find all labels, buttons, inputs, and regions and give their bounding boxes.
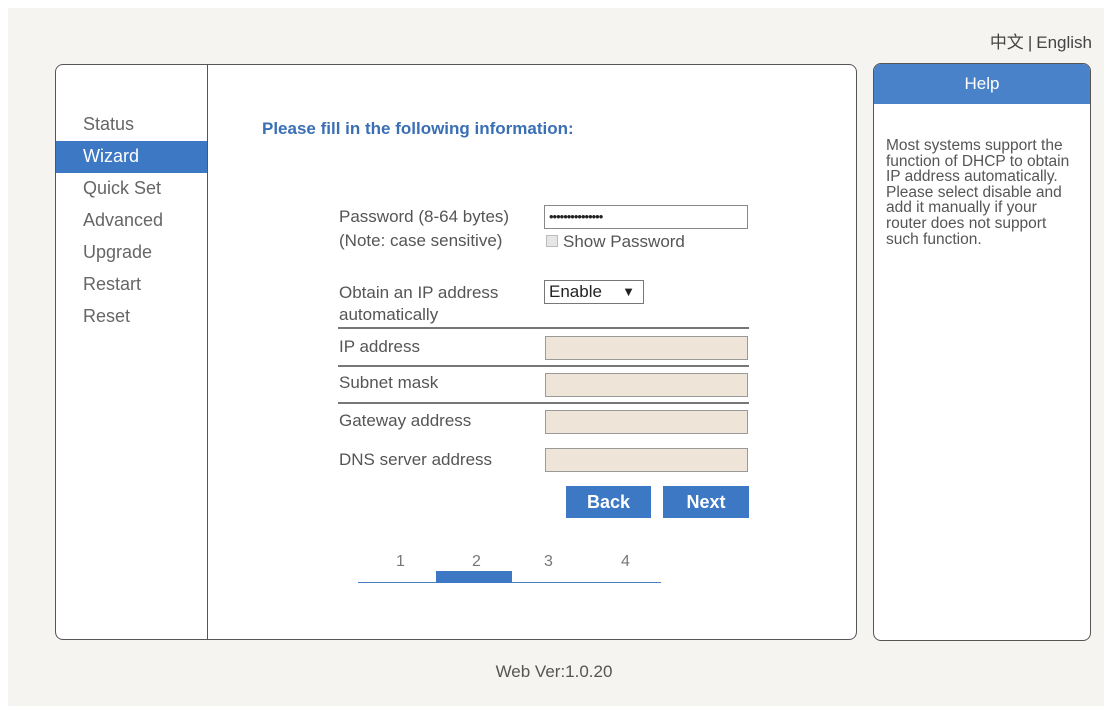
dns-server-field[interactable]: [545, 448, 748, 472]
web-version: Web Ver:1.0.20: [495, 662, 613, 681]
gateway-label: Gateway address: [339, 411, 472, 430]
form-title: Please fill in the following information…: [262, 119, 574, 138]
ip-address-field[interactable]: [545, 336, 748, 360]
show-password-label: Show Password: [563, 232, 685, 251]
help-title: Help: [874, 64, 1090, 104]
sidebar-item-quick-set[interactable]: Quick Set: [56, 173, 207, 205]
help-panel: Help Most systems support the function o…: [873, 63, 1091, 641]
step-1: 1: [396, 553, 405, 570]
ip-address-label: IP address: [339, 337, 420, 356]
dns-server-label: DNS server address: [339, 450, 493, 469]
dhcp-select[interactable]: Enable ▼: [544, 280, 644, 304]
lang-chinese-link[interactable]: 中文: [990, 33, 1024, 52]
dhcp-label: Obtain an IP address: [339, 283, 499, 302]
divider: [338, 402, 749, 404]
sidebar-item-reset[interactable]: Reset: [56, 301, 207, 333]
sidebar-item-restart[interactable]: Restart: [56, 269, 207, 301]
subnet-mask-label: Subnet mask: [339, 373, 439, 392]
dropdown-arrow-icon: ▼: [622, 284, 635, 299]
step-active-indicator: [436, 571, 512, 583]
password-note: (Note: case sensitive): [339, 231, 503, 250]
next-button[interactable]: Next: [663, 486, 749, 518]
sidebar-menu: Status Wizard Quick Set Advanced Upgrade…: [56, 109, 207, 333]
main-panel: Status Wizard Quick Set Advanced Upgrade…: [55, 64, 857, 640]
lang-english-link[interactable]: English: [1036, 33, 1092, 52]
show-password-checkbox[interactable]: [546, 234, 558, 247]
back-button[interactable]: Back: [566, 486, 651, 518]
divider: [338, 365, 749, 367]
gateway-field[interactable]: [545, 410, 748, 434]
subnet-mask-field[interactable]: [545, 373, 748, 397]
show-password-toggle[interactable]: Show Password: [546, 232, 685, 252]
password-label: Password (8-64 bytes): [339, 207, 510, 226]
sidebar-item-status[interactable]: Status: [56, 109, 207, 141]
step-3: 3: [544, 553, 553, 570]
lang-separator: |: [1027, 33, 1033, 52]
dhcp-selected-value: Enable: [549, 282, 602, 301]
sidebar: Status Wizard Quick Set Advanced Upgrade…: [56, 65, 208, 639]
password-input[interactable]: •••••••••••••••: [544, 205, 748, 229]
sidebar-item-advanced[interactable]: Advanced: [56, 205, 207, 237]
language-switcher: 中文 | English: [990, 28, 1092, 53]
divider: [338, 327, 749, 329]
help-text: Most systems support the function of DHC…: [886, 137, 1070, 248]
step-2: 2: [472, 553, 481, 570]
dhcp-label-2: automatically: [339, 305, 439, 324]
sidebar-item-upgrade[interactable]: Upgrade: [56, 237, 207, 269]
sidebar-item-wizard[interactable]: Wizard: [56, 141, 207, 173]
wizard-content: Please fill in the following information…: [208, 65, 856, 639]
step-4: 4: [621, 553, 630, 570]
